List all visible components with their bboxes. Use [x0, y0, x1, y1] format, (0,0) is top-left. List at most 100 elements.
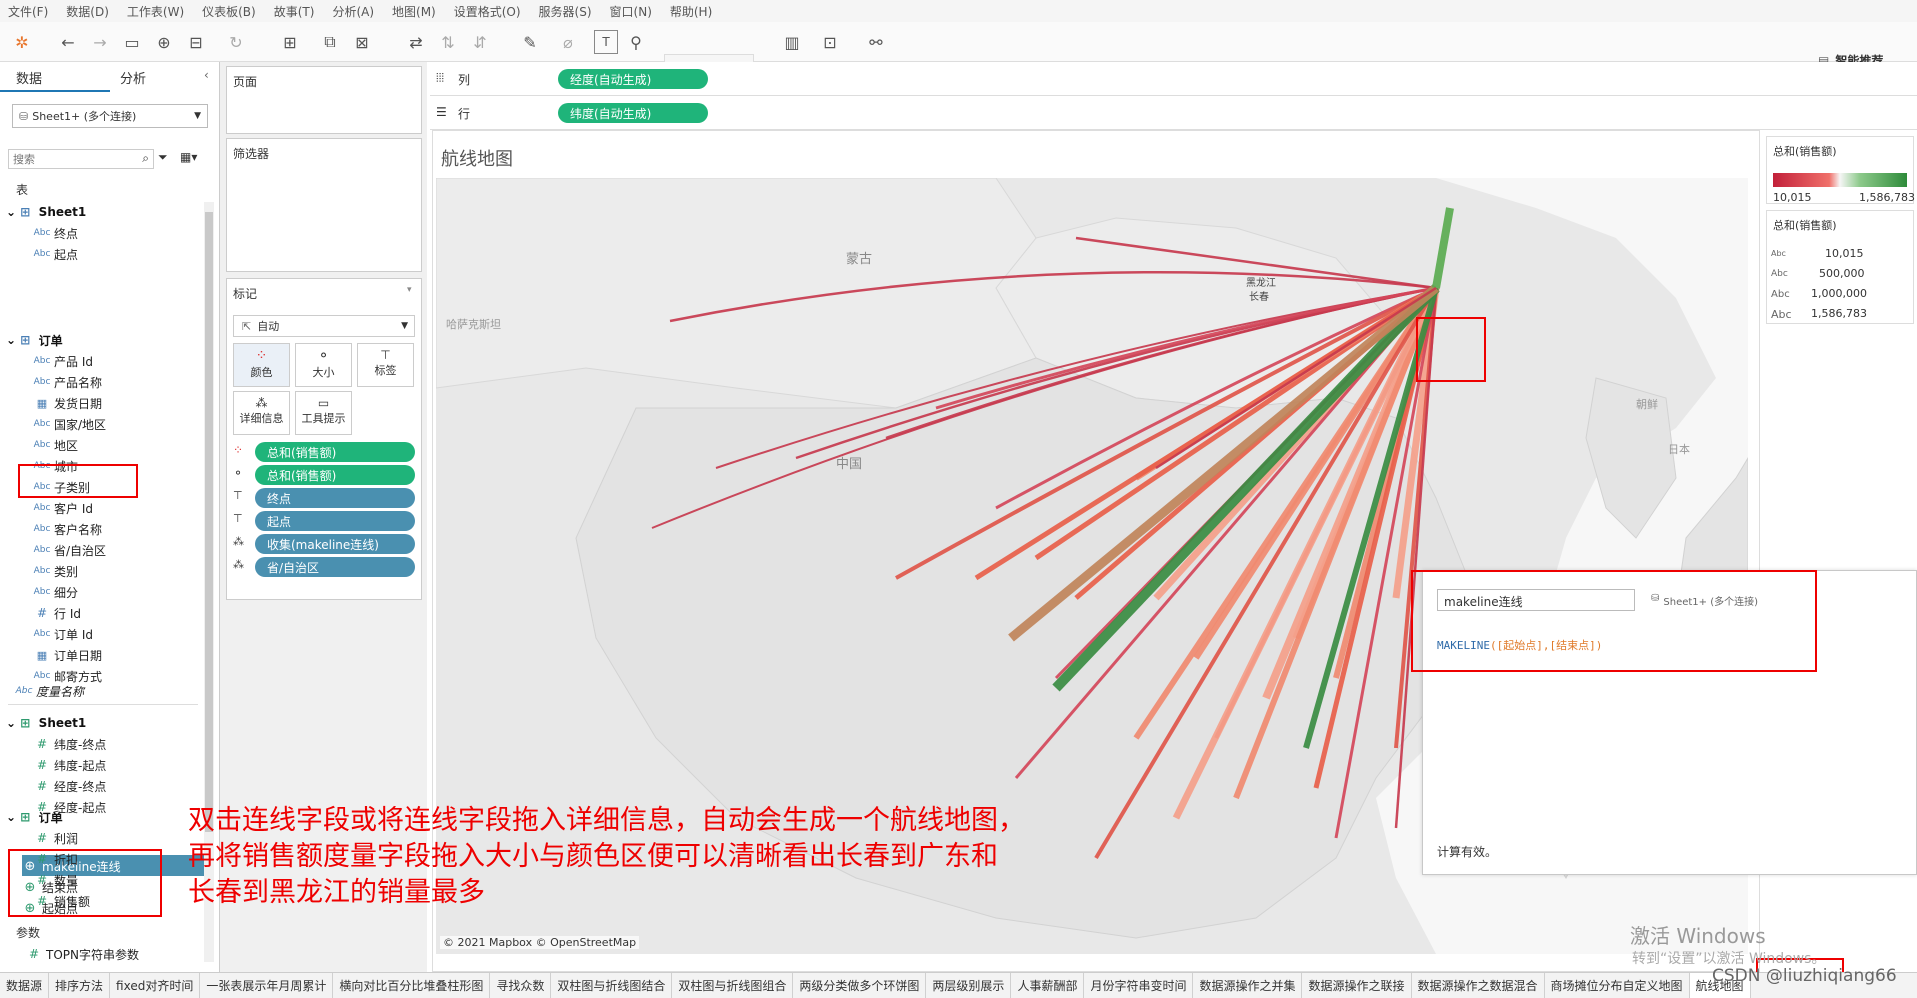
sort-asc-icon[interactable]: ⇅ — [436, 30, 460, 54]
pill-label-start[interactable]: 起点 — [255, 511, 415, 531]
field-item[interactable]: Abc 国家/地区 — [30, 414, 106, 434]
pill-size-sum-sales[interactable]: 总和(销售额) — [255, 465, 415, 485]
menu-map[interactable]: 地图(M) — [392, 3, 436, 20]
sheet-tab[interactable]: 双柱图与折线图结合 — [551, 973, 673, 998]
measure-item[interactable]: # 纬度-终点 — [30, 734, 106, 754]
tab-analysis[interactable]: 分析 — [120, 68, 146, 92]
share-icon[interactable]: ⚯ — [864, 30, 888, 54]
sheet-tab[interactable]: 双柱图与折线图组合 — [672, 973, 794, 998]
collapse-pane-icon[interactable]: ‹ — [204, 68, 209, 82]
sheet-tab[interactable]: 横向对比百分比堆叠柱形图 — [333, 973, 491, 998]
tab-datasource[interactable]: 数据源 — [0, 973, 50, 998]
view-options-icon[interactable]: ▦▾ — [180, 150, 197, 164]
sheet-tab[interactable]: 两层级别展示 — [926, 973, 1012, 998]
pause-update-icon[interactable]: ⊟ — [184, 30, 208, 54]
refresh-icon[interactable]: ↻ — [224, 30, 248, 54]
filters-card[interactable]: 筛选器 — [226, 138, 422, 272]
search-field[interactable]: ⌕ — [8, 149, 154, 169]
undo-icon[interactable]: ← — [56, 30, 80, 54]
group-sheet1-measures[interactable]: ⌄ ⊞ Sheet1 — [6, 713, 86, 733]
rows-shelf[interactable]: ☰ 行 纬度(自动生成) — [430, 96, 1917, 130]
menu-help[interactable]: 帮助(H) — [670, 3, 712, 20]
filter-icon[interactable]: ⏷ — [158, 150, 168, 165]
group-orders[interactable]: ⌄ ⊞ 订单 — [6, 330, 63, 350]
field-item[interactable]: Abc 订单 Id — [30, 624, 93, 644]
sheet-tab[interactable]: 人事薪酬部 — [1011, 973, 1085, 998]
pages-card[interactable]: 页面 — [226, 66, 422, 134]
scrollbar-thumb[interactable] — [205, 212, 213, 832]
datasource-select[interactable]: ⛁ Sheet1+ (多个连接) ▼ — [12, 104, 208, 128]
pill-detail-makeline[interactable]: 收集(makeline连线) — [255, 534, 415, 554]
measure-item[interactable]: # 利润 — [30, 828, 78, 848]
menu-dashboard[interactable]: 仪表板(B) — [202, 3, 256, 20]
sheet-tab[interactable]: 月份字符串变时间 — [1084, 973, 1194, 998]
show-me-chart-icon[interactable]: ▥ — [780, 30, 804, 54]
group-sheet1[interactable]: ⌄ ⊞ Sheet1 — [6, 202, 86, 222]
color-legend[interactable]: 总和(销售额) 10,015 1,586,783 — [1766, 136, 1915, 204]
size-card[interactable]: ⚬ 大小 — [295, 343, 352, 387]
new-datasource-icon[interactable]: ⊕ — [152, 30, 176, 54]
field-item[interactable]: Abc 邮寄方式 — [30, 666, 102, 686]
field-item[interactable]: Abc 类别 — [30, 561, 78, 581]
field-item[interactable]: # 行 Id — [30, 603, 81, 623]
sheet-tab[interactable]: 数据源操作之并集 — [1193, 973, 1303, 998]
redo-icon[interactable]: → — [88, 30, 112, 54]
highlight-icon[interactable]: ✎ — [518, 30, 542, 54]
param-topn[interactable]: # TOPN字符串参数 — [22, 944, 139, 964]
pill-latitude[interactable]: 纬度(自动生成) — [558, 103, 708, 123]
field-item[interactable]: Abc 产品 Id — [30, 351, 93, 371]
pill-longitude[interactable]: 经度(自动生成) — [558, 69, 708, 89]
tab-data[interactable]: 数据 — [16, 68, 42, 92]
field-item[interactable]: Abc 省/自治区 — [30, 540, 106, 560]
field-item[interactable]: Abc 客户 Id — [30, 498, 93, 518]
sheet-tab[interactable]: 两级分类做多个环饼图 — [793, 973, 927, 998]
menu-window[interactable]: 窗口(N) — [610, 3, 652, 20]
measure-item[interactable]: # 纬度-起点 — [30, 755, 106, 775]
sheet-tab[interactable]: 商场摊位分布自定义地图 — [1545, 973, 1690, 998]
save-icon[interactable]: ▭ — [120, 30, 144, 54]
mark-type-select[interactable]: ⇱ 自动 ▼ — [233, 315, 415, 337]
sheet-tab[interactable]: 数据源操作之数据混合 — [1412, 973, 1545, 998]
swap-icon[interactable]: ⇄ — [404, 30, 428, 54]
sheet-tab[interactable]: 一张表展示年月周累计 — [200, 973, 334, 998]
search-input[interactable] — [9, 150, 129, 168]
sheet-tab[interactable]: 寻找众数 — [490, 973, 552, 998]
marks-menu-icon[interactable]: ▾ — [407, 285, 412, 295]
pill-detail-province[interactable]: 省/自治区 — [255, 557, 415, 577]
field-item[interactable]: Abc 终点 — [30, 223, 78, 243]
sort-desc-icon[interactable]: ⇵ — [468, 30, 492, 54]
color-card[interactable]: ⁘ 颜色 — [233, 343, 290, 387]
menu-story[interactable]: 故事(T) — [274, 3, 315, 20]
menu-data[interactable]: 数据(D) — [66, 3, 109, 20]
measure-item[interactable]: # 经度-起点 — [30, 797, 106, 817]
field-item[interactable]: Abc 客户名称 — [30, 519, 102, 539]
tooltip-card[interactable]: ▭ 工具提示 — [295, 391, 352, 435]
columns-shelf[interactable]: ⦙⦙⦙ 列 经度(自动生成) — [430, 62, 1917, 96]
sheet-tab[interactable]: 排序方法 — [49, 973, 111, 998]
map-attribution[interactable]: © 2021 Mapbox © OpenStreetMap — [440, 936, 640, 949]
field-item[interactable]: Abc 地区 — [30, 435, 78, 455]
menu-analysis[interactable]: 分析(A) — [332, 3, 374, 20]
menu-worksheet[interactable]: 工作表(W) — [127, 3, 184, 20]
show-labels-icon[interactable]: T — [594, 30, 618, 54]
group-icon[interactable]: ⌀ — [556, 30, 580, 54]
menu-file[interactable]: 文件(F) — [8, 3, 48, 20]
label-card[interactable]: ⊤ 标签 — [357, 343, 414, 387]
field-item[interactable]: Abc 产品名称 — [30, 372, 102, 392]
detail-card[interactable]: ⁂ 详细信息 — [233, 391, 290, 435]
sheet-tab[interactable]: 数据源操作之联接 — [1302, 973, 1412, 998]
sheet-tab[interactable]: fixed对齐时间 — [110, 973, 201, 998]
field-item[interactable]: Abc 起点 — [30, 244, 78, 264]
menu-format[interactable]: 设置格式(O) — [454, 3, 521, 20]
presentation-icon[interactable]: ⊡ — [818, 30, 842, 54]
measure-item[interactable]: # 经度-终点 — [30, 776, 106, 796]
pill-label-end[interactable]: 终点 — [255, 488, 415, 508]
pill-color-sum-sales[interactable]: 总和(销售额) — [255, 442, 415, 462]
field-item[interactable]: Abc 细分 — [30, 582, 78, 602]
field-item[interactable]: ▦ 发货日期 — [30, 393, 102, 413]
new-sheet-icon[interactable]: ⊞ — [278, 30, 302, 54]
size-legend[interactable]: 总和(销售额) Abc 10,015 Abc 500,000 Abc 1,000… — [1766, 210, 1914, 324]
menu-server[interactable]: 服务器(S) — [539, 3, 592, 20]
tableau-logo-icon[interactable]: ✲ — [10, 30, 34, 54]
pin-icon[interactable]: ⚲ — [624, 30, 648, 54]
